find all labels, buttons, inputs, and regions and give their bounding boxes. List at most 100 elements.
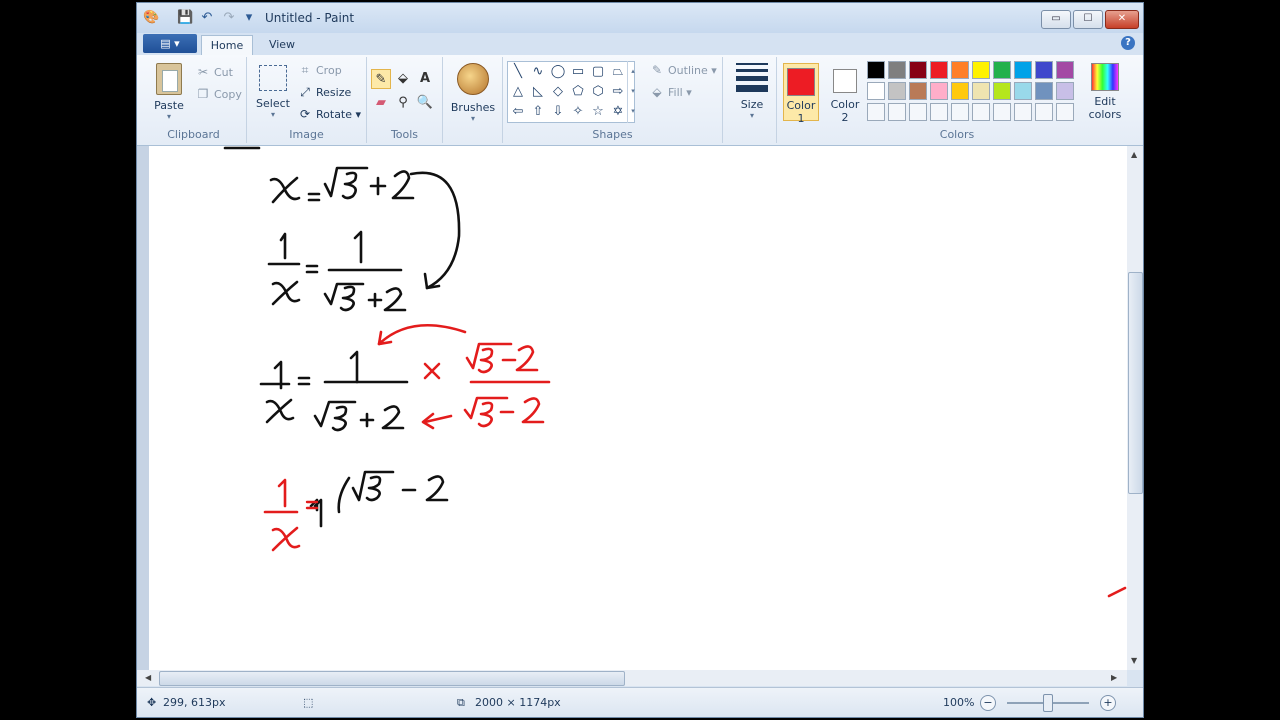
horizontal-scroll-thumb[interactable] (159, 671, 625, 686)
five-point-star-shape-icon[interactable]: ☆ (589, 103, 607, 121)
custom-color-slot[interactable] (1056, 103, 1074, 121)
custom-color-slot[interactable] (867, 103, 885, 121)
palette-swatch[interactable] (930, 61, 948, 79)
rounded-rectangle-shape-icon[interactable]: ▢ (589, 63, 607, 81)
palette-swatch[interactable] (1014, 61, 1032, 79)
scroll-left-icon[interactable]: ◀ (145, 673, 151, 682)
color2-button[interactable]: Color 2 (827, 63, 863, 124)
diamond-shape-icon[interactable]: ◇ (549, 83, 567, 101)
maximize-button[interactable]: ☐ (1073, 10, 1103, 29)
palette-swatch[interactable] (1056, 82, 1074, 100)
shapes-gallery[interactable]: ╲ ∿ ◯ ▭ ▢ ⏢ △ ◺ ◇ ⬠ ⬡ ⇨ ⇦ ⇧ ⇩ ✧ ☆ ✡ (507, 61, 635, 123)
line-size-icon (736, 63, 768, 92)
custom-color-slot[interactable] (1035, 103, 1053, 121)
triangle-shape-icon[interactable]: △ (509, 83, 527, 101)
fill-bucket-icon[interactable]: ⬙ (393, 69, 413, 89)
up-arrow-shape-icon[interactable]: ⇧ (529, 103, 547, 121)
palette-swatch[interactable] (888, 82, 906, 100)
customize-quick-access-icon[interactable]: ▾ (241, 10, 257, 26)
pencil-icon[interactable]: ✎ (371, 69, 391, 89)
resize-button[interactable]: ⤢ Resize (297, 83, 351, 101)
rectangle-shape-icon[interactable]: ▭ (569, 63, 587, 81)
tab-home[interactable]: Home (201, 35, 253, 55)
custom-color-slot[interactable] (930, 103, 948, 121)
curve-shape-icon[interactable]: ∿ (529, 63, 547, 81)
save-icon[interactable]: 💾 (177, 10, 193, 26)
palette-swatch[interactable] (972, 61, 990, 79)
hexagon-shape-icon[interactable]: ⬡ (589, 83, 607, 101)
red-x-stroke (271, 526, 301, 552)
horizontal-scrollbar[interactable]: ◀ ▶ (137, 670, 1127, 686)
palette-swatch[interactable] (951, 82, 969, 100)
scroll-up-icon[interactable]: ▲ (1131, 150, 1137, 159)
eraser-icon[interactable]: ▰ (371, 93, 391, 113)
status-bar: ✥ 299, 613px ⬚ ⧉ 2000 × 1174px 100% − + (137, 687, 1143, 717)
text-tool-icon[interactable]: A (415, 69, 435, 89)
left-arrow-shape-icon[interactable]: ⇦ (509, 103, 527, 121)
palette-swatch[interactable] (1014, 82, 1032, 100)
copy-button[interactable]: ❐ Copy (195, 85, 242, 103)
paint-menu-button[interactable]: ▤ ▾ (143, 34, 197, 53)
edit-colors-button[interactable]: Edit colors (1085, 63, 1125, 121)
crop-button[interactable]: ⌗ Crop (297, 61, 342, 79)
cut-button[interactable]: ✂ Cut (195, 63, 233, 81)
undo-icon[interactable]: ↶ (199, 10, 215, 26)
color1-swatch (787, 68, 815, 96)
brushes-button[interactable]: Brushes ▾ (449, 61, 497, 123)
vertical-scrollbar[interactable]: ▲ ▼ (1127, 146, 1143, 670)
size-button[interactable]: Size ▾ (733, 61, 771, 120)
palette-swatch[interactable] (1035, 61, 1053, 79)
paint-app-icon[interactable]: 🎨 (143, 10, 159, 26)
minimize-button[interactable]: ▭ (1041, 10, 1071, 29)
paint-window: 🎨 💾 ↶ ↷ ▾ Untitled - Paint ▭ ☐ ✕ ▤ ▾ Hom… (136, 2, 1144, 718)
palette-swatch[interactable] (1035, 82, 1053, 100)
palette-swatch[interactable] (972, 82, 990, 100)
magnifier-icon[interactable]: 🔍 (415, 93, 435, 113)
palette-swatch[interactable] (867, 61, 885, 79)
zoom-in-button[interactable]: + (1100, 695, 1116, 711)
down-arrow-shape-icon[interactable]: ⇩ (549, 103, 567, 121)
rotate-button[interactable]: ⟳ Rotate ▾ (297, 105, 361, 123)
fill-button[interactable]: ⬙ Fill ▾ (649, 83, 691, 101)
zoom-slider-thumb[interactable] (1043, 694, 1053, 712)
help-icon[interactable]: ? (1121, 36, 1135, 50)
shapes-scroll[interactable]: ▴ ▾ ▾ (627, 61, 638, 123)
paste-button[interactable]: Paste ▾ (149, 61, 189, 121)
color1-button[interactable]: Color 1 (783, 63, 819, 125)
palette-swatch[interactable] (888, 61, 906, 79)
vertical-scroll-thumb[interactable] (1128, 272, 1143, 494)
close-button[interactable]: ✕ (1105, 10, 1139, 29)
palette-swatch[interactable] (930, 82, 948, 100)
tab-view[interactable]: View (257, 35, 307, 55)
two-stroke-2 (383, 287, 407, 312)
select-button[interactable]: Select ▾ (253, 61, 293, 119)
redo-icon[interactable]: ↷ (221, 10, 237, 26)
polygon-shape-icon[interactable]: ⏢ (609, 63, 627, 81)
palette-swatch[interactable] (909, 61, 927, 79)
right-triangle-shape-icon[interactable]: ◺ (529, 83, 547, 101)
custom-color-slot[interactable] (951, 103, 969, 121)
custom-color-slot[interactable] (972, 103, 990, 121)
six-point-star-shape-icon[interactable]: ✡ (609, 103, 627, 121)
drawing-canvas[interactable] (149, 146, 1127, 670)
palette-swatch[interactable] (993, 61, 1011, 79)
color-picker-icon[interactable]: ⚲ (393, 93, 413, 113)
scroll-down-icon[interactable]: ▼ (1131, 656, 1137, 665)
four-point-star-shape-icon[interactable]: ✧ (569, 103, 587, 121)
palette-swatch[interactable] (1056, 61, 1074, 79)
palette-swatch[interactable] (993, 82, 1011, 100)
outline-button[interactable]: ✎ Outline ▾ (649, 61, 717, 79)
palette-swatch[interactable] (909, 82, 927, 100)
custom-color-slot[interactable] (993, 103, 1011, 121)
zoom-out-button[interactable]: − (980, 695, 996, 711)
line-shape-icon[interactable]: ╲ (509, 63, 527, 81)
right-arrow-shape-icon[interactable]: ⇨ (609, 83, 627, 101)
oval-shape-icon[interactable]: ◯ (549, 63, 567, 81)
palette-swatch[interactable] (951, 61, 969, 79)
custom-color-slot[interactable] (888, 103, 906, 121)
palette-swatch[interactable] (867, 82, 885, 100)
custom-color-slot[interactable] (909, 103, 927, 121)
pentagon-shape-icon[interactable]: ⬠ (569, 83, 587, 101)
custom-color-slot[interactable] (1014, 103, 1032, 121)
scroll-right-icon[interactable]: ▶ (1111, 673, 1117, 682)
